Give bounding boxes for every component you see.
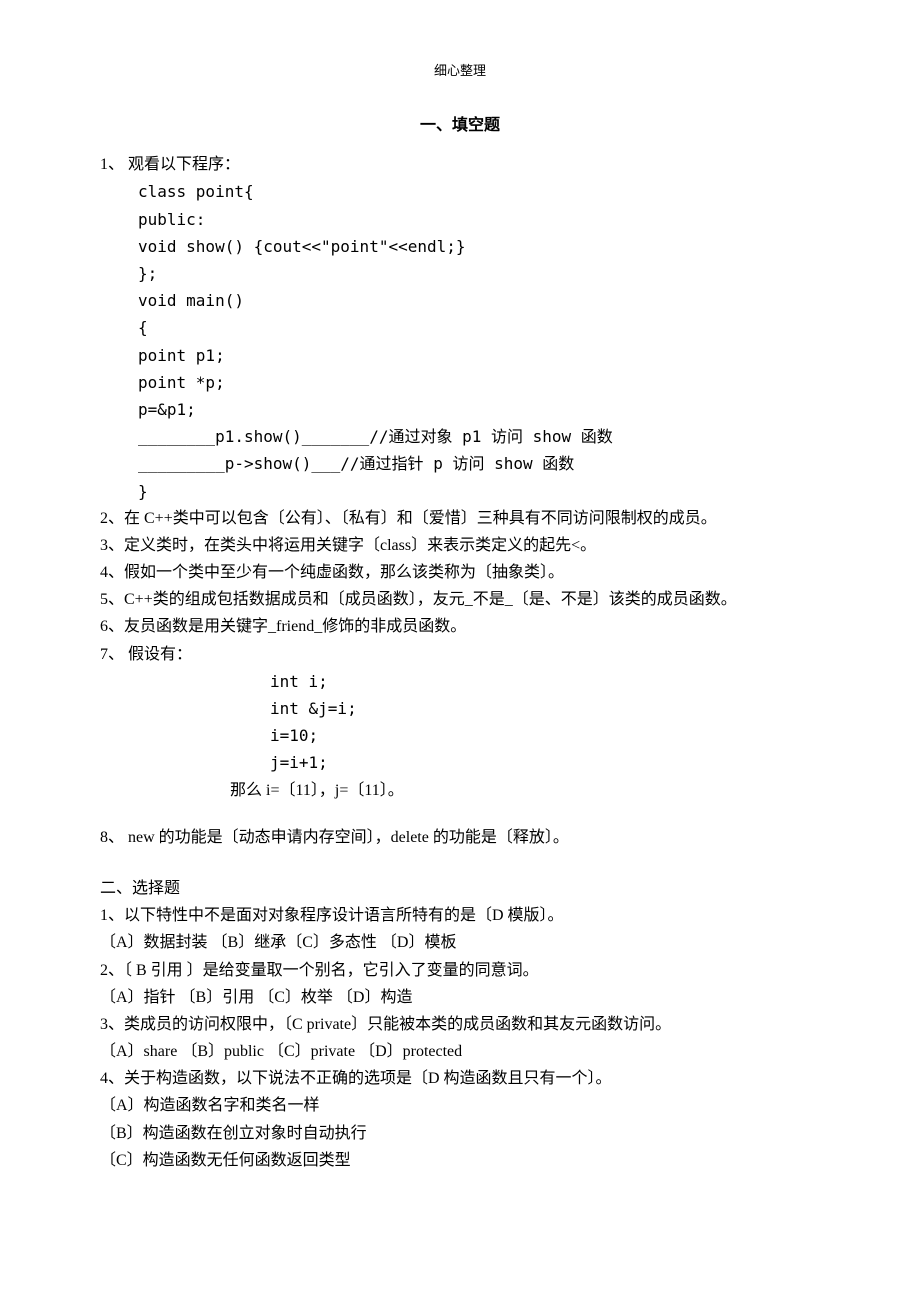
q1: 1、 观看以下程序： [100,151,820,178]
mc4-oA: 〔A〕构造函数名字和类名一样 [100,1092,820,1119]
q1-c6: { [138,314,820,341]
mc1-stem: 1、以下特性中不是面对对象程序设计语言所特有的是〔D 模版〕。 [100,902,820,929]
q1-c5: void main() [138,287,820,314]
page-header: 细心整理 [100,60,820,82]
mc3-stem: 3、类成员的访问权限中，〔C private〕只能被本类的成员函数和其友元函数访… [100,1011,820,1038]
q7-result: 那么 i=〔11〕，j=〔11〕。 [230,777,820,804]
q7-c2: int &j=i; [270,695,820,722]
section2-title: 二、选择题 [100,875,820,902]
q7-c1: int i; [270,668,820,695]
q2: 2、在 C++类中可以包含〔公有〕、〔私有〕和〔爱惜〕三种具有不同访问限制权的成… [100,505,820,532]
mc3-opts: 〔A〕share 〔B〕public 〔C〕private 〔D〕protect… [100,1038,820,1065]
q6: 6、友员函数是用关键字_friend_修饰的非成员函数。 [100,613,820,640]
mc1-opts: 〔A〕数据封装 〔B〕继承〔C〕多态性 〔D〕模板 [100,929,820,956]
q4: 4、假如一个类中至少有一个纯虚函数，那么该类称为〔抽象类〕。 [100,559,820,586]
q1-c4: }; [138,260,820,287]
q5: 5、C++类的组成包括数据成员和〔成员函数〕，友元_不是_〔是、不是〕该类的成员… [100,586,820,613]
mc4-stem: 4、关于构造函数，以下说法不正确的选项是〔D 构造函数且只有一个〕。 [100,1065,820,1092]
q7-c3: i=10; [270,722,820,749]
q1-c12: } [138,478,820,505]
q1-c7: point p1; [138,342,820,369]
mc2-stem: 2、〔 B 引用 〕是给变量取一个别名，它引入了变量的同意词。 [100,957,820,984]
q1-c11: _________p->show()___//通过指针 p 访问 show 函数 [138,450,820,477]
section1-title: 一、填空题 [100,112,820,139]
q7-text: 假设有： [128,646,192,663]
mc4-oC: 〔C〕构造函数无任何函数返回类型 [100,1147,820,1174]
q7: 7、 假设有： [100,641,820,668]
q3: 3、定义类时，在类头中将运用关键字〔class〕来表示类定义的起先<。 [100,532,820,559]
q1-c10: ________p1.show()_______//通过对象 p1 访问 sho… [138,423,820,450]
mc2-opts: 〔A〕指针 〔B〕引用 〔C〕枚举 〔D〕构造 [100,984,820,1011]
q7-prefix: 7、 [100,646,124,663]
q1-prefix: 1、 [100,156,124,173]
q7-c4: j=i+1; [270,749,820,776]
q1-c8: point *p; [138,369,820,396]
q1-c9: p=&p1; [138,396,820,423]
q1-c1: class point{ [138,178,820,205]
q1-c2: public: [138,206,820,233]
q8: 8、 new 的功能是〔动态申请内存空间〕，delete 的功能是〔释放〕。 [100,824,820,851]
q1-text: 观看以下程序： [128,156,240,173]
q1-c3: void show() {cout<<"point"<<endl;} [138,233,820,260]
mc4-oB: 〔B〕构造函数在创立对象时自动执行 [100,1120,820,1147]
